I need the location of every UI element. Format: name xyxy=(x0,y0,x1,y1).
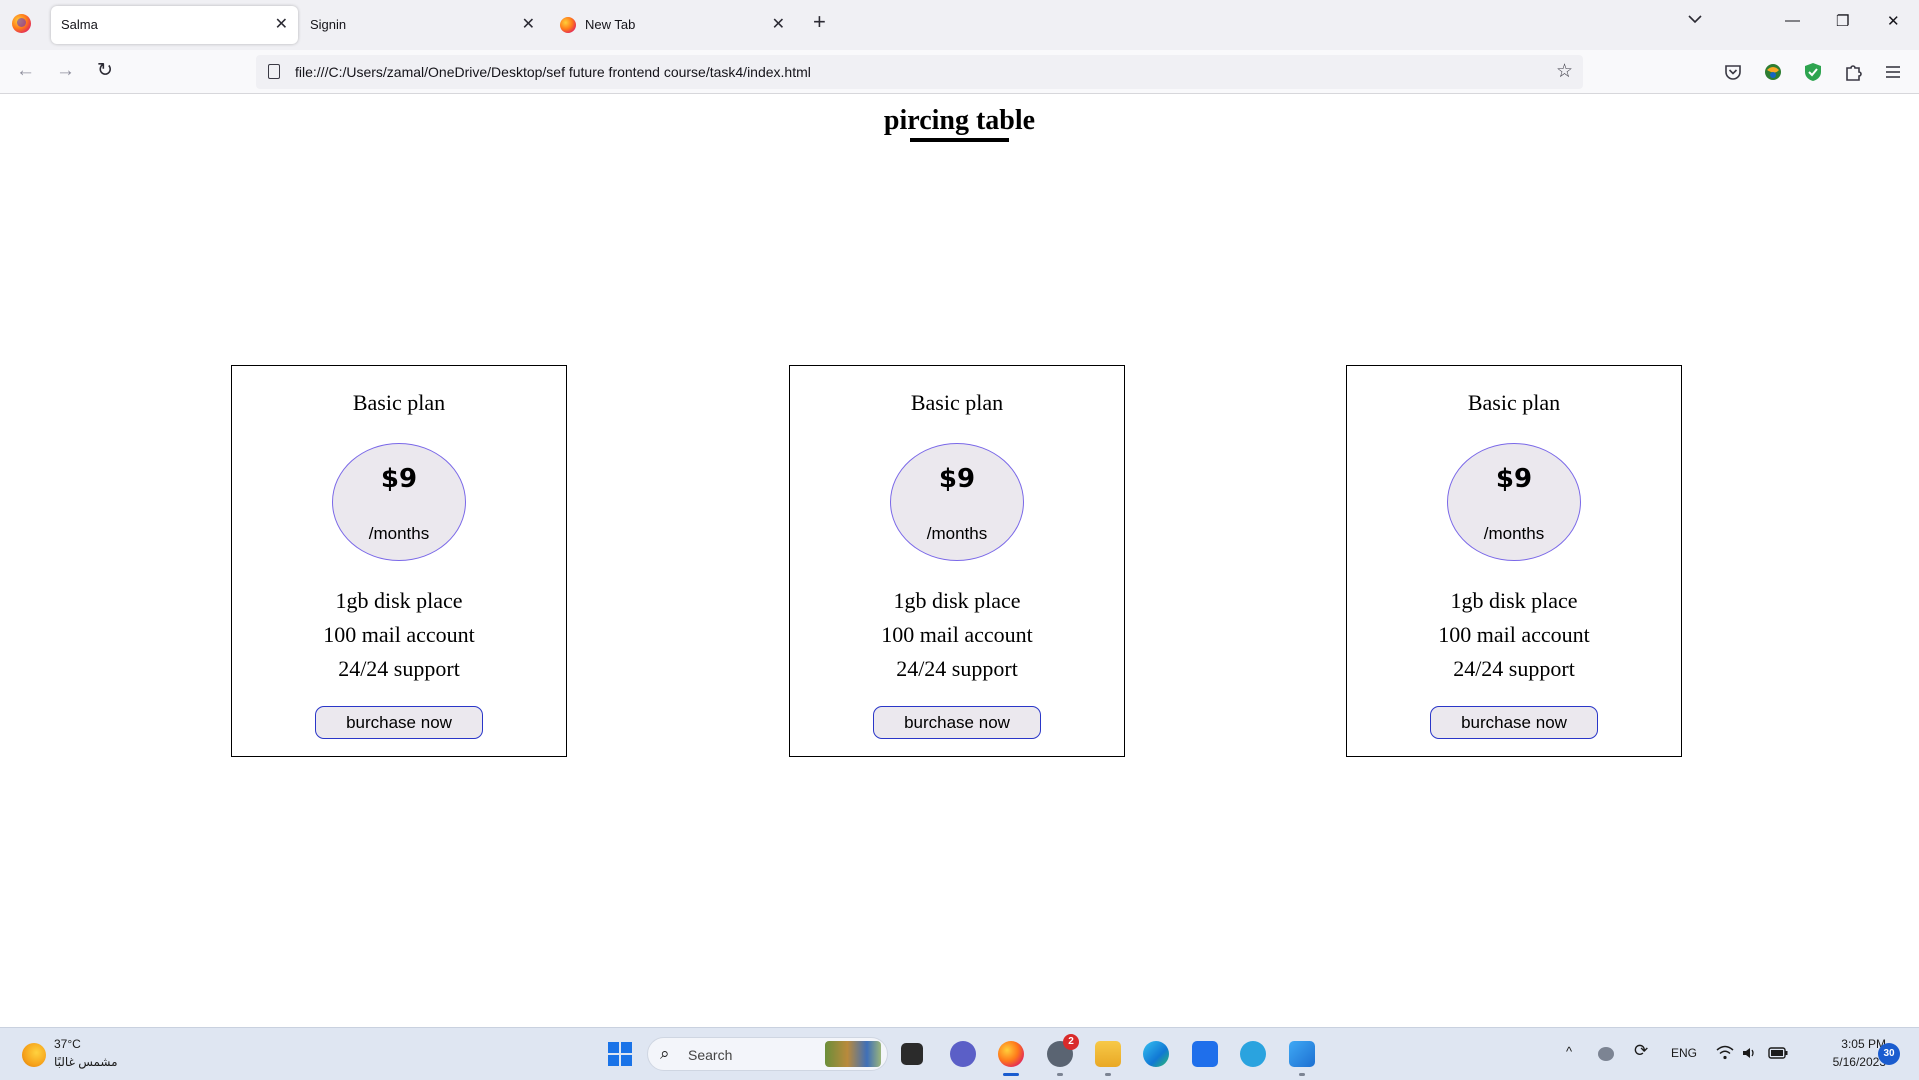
teams-chat-icon[interactable] xyxy=(950,1041,976,1067)
price-period: /months xyxy=(926,524,988,543)
store-icon[interactable] xyxy=(1192,1041,1218,1067)
back-button[interactable]: ← xyxy=(16,61,35,80)
purchase-button[interactable]: burchase now xyxy=(873,706,1041,739)
volume-icon[interactable] xyxy=(1741,1045,1757,1061)
feature-item: 24/24 support xyxy=(1453,656,1575,681)
title-underline xyxy=(910,138,1009,142)
shield-extension-icon[interactable] xyxy=(1803,62,1823,82)
feature-item: 100 mail account xyxy=(881,622,1033,647)
price-period: /months xyxy=(368,524,430,543)
tab-title: Signin xyxy=(310,17,347,32)
feature-item: 24/24 support xyxy=(338,656,460,681)
close-window-button[interactable]: ✕ xyxy=(1887,12,1900,30)
search-icon: ⌕ xyxy=(660,1044,670,1063)
task-view-icon[interactable] xyxy=(901,1043,923,1065)
minimize-button[interactable]: — xyxy=(1785,12,1800,29)
telegram-icon[interactable] xyxy=(1240,1041,1266,1067)
plan-name: Basic plan xyxy=(352,390,446,415)
close-tab-icon[interactable]: ✕ xyxy=(772,14,785,34)
price: $9 xyxy=(938,464,976,494)
edge-icon[interactable] xyxy=(1143,1041,1169,1067)
windows-logo-tile xyxy=(621,1055,632,1066)
price: $9 xyxy=(1495,464,1533,494)
feature-item: 100 mail account xyxy=(1438,622,1590,647)
weather-temperature[interactable]: 37°C xyxy=(54,1037,81,1051)
price: $9 xyxy=(380,464,418,494)
plan-name: Basic plan xyxy=(1467,390,1561,415)
notification-center-badge[interactable]: 30 xyxy=(1878,1043,1900,1065)
close-tab-icon[interactable]: ✕ xyxy=(522,14,535,34)
battery-icon[interactable] xyxy=(1768,1046,1788,1060)
purchase-button[interactable]: burchase now xyxy=(1430,706,1598,739)
firefox-tab-icon xyxy=(560,17,576,33)
feature-list: 1gb disk place 100 mail account 24/24 su… xyxy=(232,584,566,686)
close-tab-icon[interactable]: ✕ xyxy=(275,14,288,34)
price-circle: $9 /months xyxy=(332,443,466,561)
firefox-view-icon[interactable] xyxy=(12,14,31,33)
navigation-toolbar: ← → ↻ file:///C:/Users/zamal/OneDrive/De… xyxy=(0,50,1919,94)
web-page: pircing table Basic plan $9 /months 1gb … xyxy=(0,95,1919,1027)
photos-icon[interactable] xyxy=(1289,1041,1315,1076)
purchase-button[interactable]: burchase now xyxy=(315,706,483,739)
url-text[interactable]: file:///C:/Users/zamal/OneDrive/Desktop/… xyxy=(295,64,811,80)
pricing-card: Basic plan $9 /months 1gb disk place 100… xyxy=(789,365,1125,757)
pricing-card: Basic plan $9 /months 1gb disk place 100… xyxy=(231,365,567,757)
language-indicator[interactable]: ENG xyxy=(1671,1046,1697,1060)
forward-button[interactable]: → xyxy=(56,61,75,80)
feature-item: 1gb disk place xyxy=(1450,588,1578,613)
feature-item: 100 mail account xyxy=(323,622,475,647)
windows-logo-tile xyxy=(608,1042,619,1053)
whatsapp-icon[interactable]: 2 xyxy=(1047,1034,1079,1076)
tab-salma[interactable]: Salma ✕ xyxy=(51,6,298,44)
reload-button[interactable]: ↻ xyxy=(97,61,113,80)
pocket-icon[interactable] xyxy=(1723,62,1743,82)
search-label: Search xyxy=(688,1047,733,1063)
windows-logo-tile xyxy=(621,1042,632,1053)
start-button[interactable] xyxy=(608,1042,632,1066)
tab-title: Salma xyxy=(61,17,98,32)
new-tab-button[interactable]: + xyxy=(813,11,826,33)
tab-bar: Salma ✕ Signin ✕ New Tab ✕ + — ❐ ✕ xyxy=(0,0,1919,50)
tab-signin[interactable]: Signin ✕ xyxy=(300,6,545,44)
show-hidden-icons-chevron[interactable]: ^ xyxy=(1566,1044,1572,1059)
clock-date[interactable]: 5/16/2023 xyxy=(1806,1055,1886,1069)
feature-item: 24/24 support xyxy=(896,656,1018,681)
extension-globe-icon[interactable] xyxy=(1763,62,1783,82)
plan-name: Basic plan xyxy=(910,390,1004,415)
list-all-tabs-icon[interactable] xyxy=(1688,12,1702,26)
menu-icon[interactable] xyxy=(1883,62,1903,82)
weather-sun-icon[interactable] xyxy=(22,1043,46,1067)
bookmark-star-icon[interactable]: ☆ xyxy=(1556,60,1573,83)
feature-list: 1gb disk place 100 mail account 24/24 su… xyxy=(1347,584,1681,686)
price-period: /months xyxy=(1483,524,1545,543)
firefox-icon[interactable] xyxy=(998,1041,1024,1076)
price-circle: $9 /months xyxy=(1447,443,1581,561)
wifi-icon[interactable] xyxy=(1716,1045,1734,1061)
url-bar[interactable]: file:///C:/Users/zamal/OneDrive/Desktop/… xyxy=(256,55,1583,89)
tab-new-tab[interactable]: New Tab ✕ xyxy=(550,6,795,44)
page-icon xyxy=(268,64,280,79)
price-circle: $9 /months xyxy=(890,443,1024,561)
page-title: pircing table xyxy=(883,105,1036,136)
feature-list: 1gb disk place 100 mail account 24/24 su… xyxy=(790,584,1124,686)
sync-icon[interactable]: ⟳ xyxy=(1634,1041,1648,1061)
windows-logo-tile xyxy=(608,1055,619,1066)
restore-button[interactable]: ❐ xyxy=(1836,12,1849,30)
notification-badge: 2 xyxy=(1063,1034,1079,1050)
file-explorer-icon[interactable] xyxy=(1095,1041,1121,1076)
tab-title: New Tab xyxy=(585,17,636,32)
extensions-icon[interactable] xyxy=(1843,62,1863,82)
onedrive-icon[interactable] xyxy=(1598,1047,1614,1061)
search-highlight-image xyxy=(825,1041,881,1067)
taskbar: 37°C مشمس غالبًا ⌕ Search 2 ^ ⟳ ENG 3:05… xyxy=(0,1027,1919,1080)
taskbar-search[interactable]: ⌕ Search xyxy=(647,1037,888,1071)
feature-item: 1gb disk place xyxy=(335,588,463,613)
weather-description[interactable]: مشمس غالبًا xyxy=(54,1055,118,1069)
feature-item: 1gb disk place xyxy=(893,588,1021,613)
pricing-card: Basic plan $9 /months 1gb disk place 100… xyxy=(1346,365,1682,757)
